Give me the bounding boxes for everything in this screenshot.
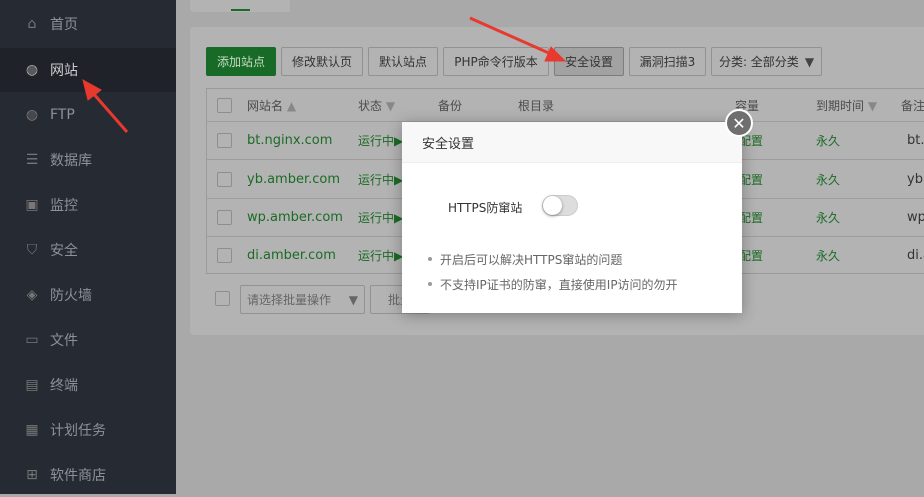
arrow-to-security <box>469 16 567 62</box>
close-icon: ✕ <box>732 113 746 133</box>
https-anti-hijack-toggle[interactable] <box>542 195 578 216</box>
security-settings-dialog: 安全设置 HTTPS防窜站 开启后可以解决HTTPS窜站的问题 不支持IP证书的… <box>402 122 742 313</box>
dialog-title: 安全设置 <box>402 122 742 163</box>
toggle-knob <box>543 196 562 215</box>
close-dialog-button[interactable]: ✕ <box>725 109 753 137</box>
arrow-to-website <box>82 79 129 133</box>
tip-item: 不支持IP证书的防窜，直接使用IP访问的勿开 <box>428 278 678 292</box>
tip-item: 开启后可以解决HTTPS窜站的问题 <box>427 253 623 267</box>
https-anti-hijack-label: HTTPS防窜站 <box>448 201 523 215</box>
